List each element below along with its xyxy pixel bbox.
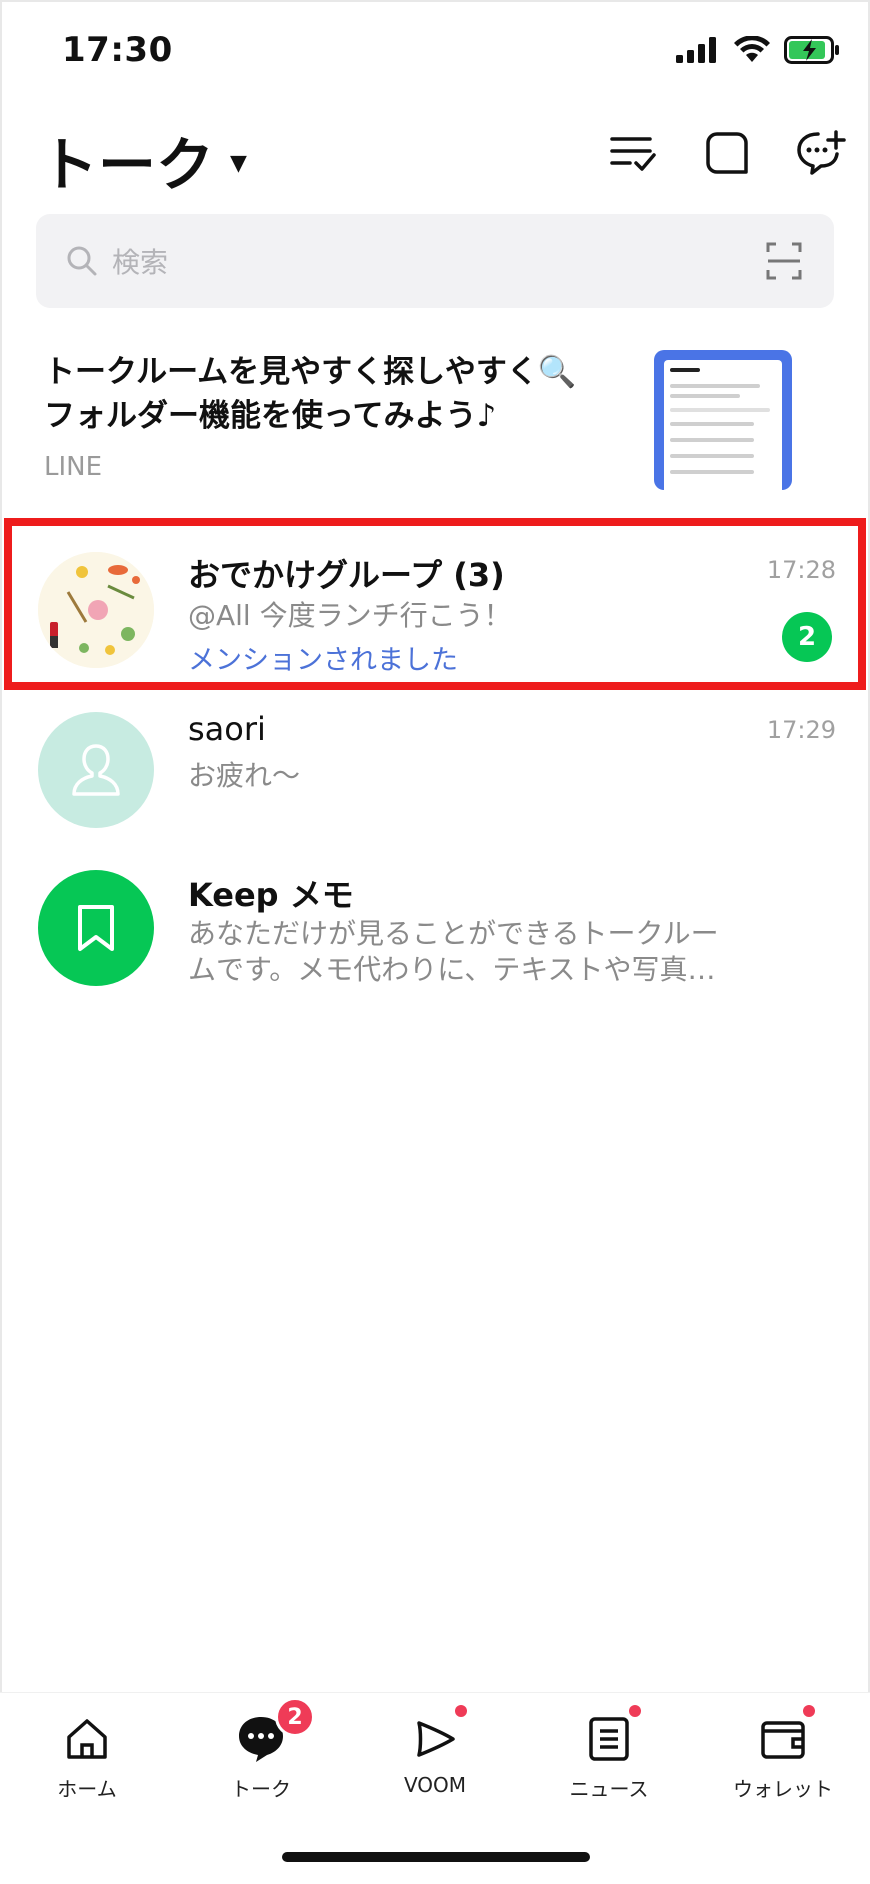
nav-talk[interactable]: 2 トーク <box>191 1697 331 1802</box>
chat-icon: 2 <box>233 1697 315 1767</box>
chat-name: Keep メモ <box>188 876 354 914</box>
thumbnail-screen <box>664 360 782 490</box>
nav-label: ニュース <box>569 1777 649 1801</box>
person-icon <box>72 744 120 796</box>
banner-source: LINE <box>44 452 103 482</box>
nav-wallet[interactable]: ウォレット <box>713 1705 853 1802</box>
chat-name: saori <box>188 710 266 748</box>
banner-thumbnail <box>654 350 792 490</box>
signal-icon <box>676 37 716 63</box>
caret-down-icon: ▼ <box>230 150 247 176</box>
list-check-icon <box>610 137 656 171</box>
open-chat-button[interactable] <box>702 128 752 178</box>
nav-home[interactable]: ホーム <box>17 1711 157 1802</box>
status-icons <box>676 36 840 64</box>
banner-title: トークルームを見やすく探しやすく🔍 フォルダー機能を使ってみよう♪ <box>44 354 577 434</box>
nav-label: ホーム <box>57 1777 117 1801</box>
wifi-icon <box>734 36 770 62</box>
bookmark-icon <box>78 905 114 951</box>
nav-voom[interactable]: VOOM <box>365 1705 505 1797</box>
search-icon <box>67 246 97 276</box>
status-time: 17:30 <box>62 30 173 70</box>
page-title-text: トーク <box>40 131 215 199</box>
default-avatar <box>38 712 154 828</box>
chat-item-saori[interactable]: saori お疲れ〜 17:29 <box>0 686 870 836</box>
wallet-new-dot <box>803 1705 815 1717</box>
square-bubble-icon <box>706 132 748 174</box>
chat-time: 17:29 <box>766 716 836 744</box>
chat-preview: あなただけが見ることができるトークルームです。メモ代わりに、テキストや写真… <box>188 917 719 986</box>
chat-add-icon <box>797 130 846 175</box>
header-actions <box>608 128 846 178</box>
nav-news[interactable]: ニュース <box>539 1705 679 1802</box>
nav-label: VOOM <box>403 1773 467 1797</box>
edit-list-button[interactable] <box>608 128 658 178</box>
keep-avatar <box>38 870 154 986</box>
home-indicator <box>282 1852 590 1862</box>
voom-new-dot <box>455 1705 467 1717</box>
home-icon <box>59 1711 115 1767</box>
folder-promo-banner[interactable]: トークルームを見やすく探しやすく🔍 フォルダー機能を使ってみよう♪ LINE <box>0 320 870 500</box>
battery-icon <box>784 36 839 64</box>
search-bar[interactable]: 検索 <box>36 214 834 308</box>
highlight-box <box>4 518 866 690</box>
new-chat-button[interactable] <box>796 128 846 178</box>
news-new-dot <box>629 1705 641 1717</box>
nav-label: トーク <box>231 1777 291 1801</box>
news-icon <box>581 1705 641 1767</box>
search-placeholder: 検索 <box>112 246 169 279</box>
chat-item-keep-memo[interactable]: Keep メモ あなただけが見ることができるトークルームです。メモ代わりに、テキ… <box>0 846 870 1006</box>
page-title[interactable]: トーク ▼ <box>40 118 247 202</box>
voom-icon <box>407 1705 467 1767</box>
talk-unread-badge: 2 <box>275 1697 315 1737</box>
wallet-icon <box>755 1705 815 1767</box>
chat-preview: お疲れ〜 <box>188 759 301 792</box>
nav-label: ウォレット <box>733 1777 833 1801</box>
scan-icon[interactable] <box>766 242 802 280</box>
